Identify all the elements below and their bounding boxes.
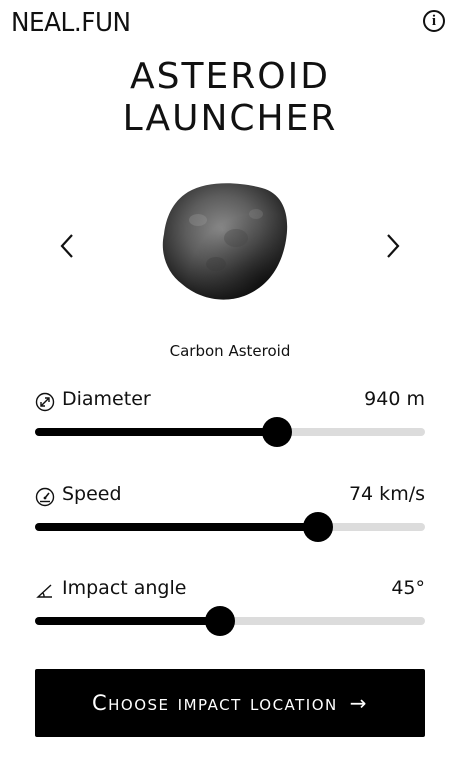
choose-impact-location-label: Choose impact location xyxy=(91,691,338,715)
impact-angle-track[interactable] xyxy=(35,606,425,636)
diameter-slider: Diameter 940 m xyxy=(35,388,425,448)
page-title-line-2: LAUNCHER xyxy=(122,98,338,139)
speed-label: Speed xyxy=(62,483,122,505)
impact-angle-value: 45° xyxy=(391,577,425,599)
choose-impact-location-button[interactable]: Choose impact location → xyxy=(35,669,425,737)
speed-track[interactable] xyxy=(35,512,425,542)
speedometer-icon xyxy=(35,487,55,507)
diameter-track[interactable] xyxy=(35,417,425,447)
speed-slider: Speed 74 km/s xyxy=(35,483,425,543)
impact-angle-thumb[interactable] xyxy=(205,606,236,636)
chevron-left-icon[interactable] xyxy=(56,232,80,260)
chevron-right-icon[interactable] xyxy=(380,232,404,260)
impact-angle-fill xyxy=(35,617,221,625)
angle-icon xyxy=(35,581,55,601)
diameter-value: 940 m xyxy=(364,388,425,410)
arrow-right-icon: → xyxy=(349,691,369,715)
page-title-line-1: ASTEROID xyxy=(130,56,330,97)
speed-fill xyxy=(35,523,318,531)
site-logo[interactable]: NEAL.FUN xyxy=(11,8,131,38)
speed-thumb[interactable] xyxy=(302,512,333,542)
diameter-label: Diameter xyxy=(62,388,151,410)
speed-value: 74 km/s xyxy=(348,483,425,505)
diameter-icon xyxy=(35,392,55,412)
asteroid-image xyxy=(158,178,292,304)
diameter-fill xyxy=(35,428,277,436)
diameter-thumb[interactable] xyxy=(261,417,292,447)
info-icon[interactable]: i xyxy=(423,10,445,32)
impact-angle-slider: Impact angle 45° xyxy=(35,577,425,637)
impact-angle-label: Impact angle xyxy=(62,577,187,599)
asteroid-name: Carbon Asteroid xyxy=(169,342,291,360)
